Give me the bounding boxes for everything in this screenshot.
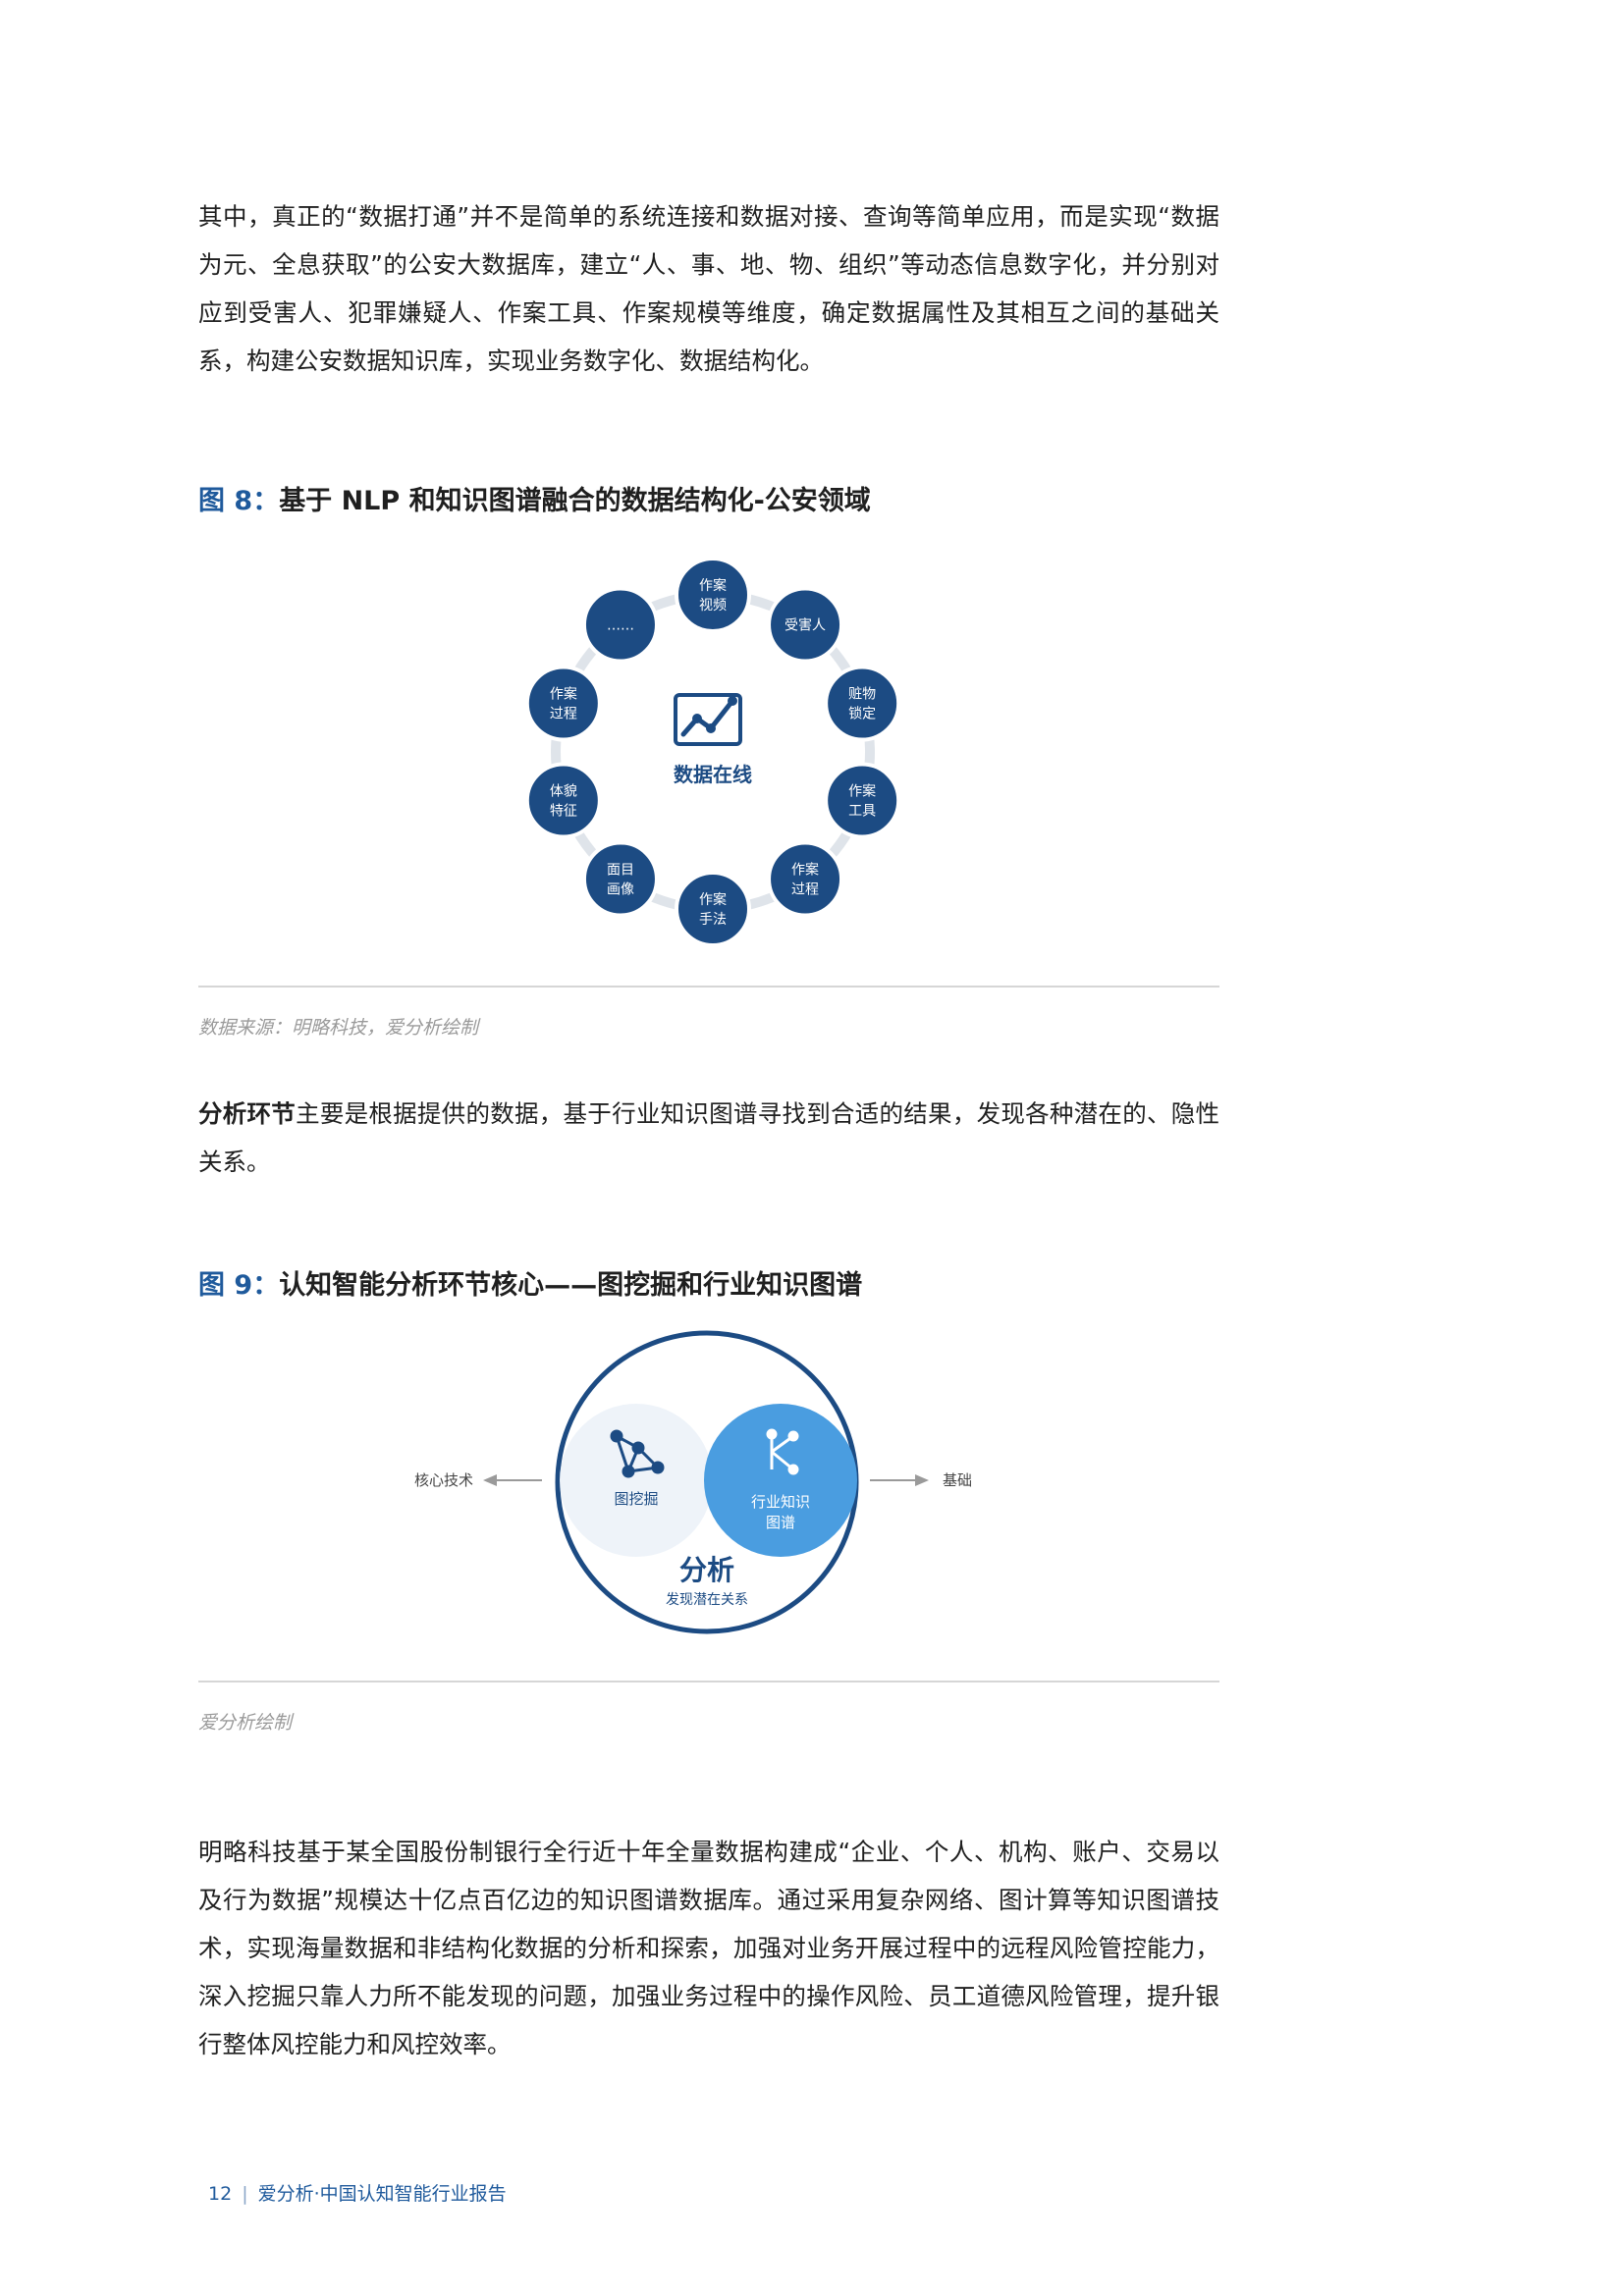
industry-kg-label-line-1: 行业知识 <box>751 1493 810 1511</box>
analysis-term: 分析环节 <box>198 1099 297 1128</box>
figure-9-source: 爱分析绘制 <box>198 1712 293 1734</box>
ring-node: 作案视频 <box>675 557 751 633</box>
ring-node-label: 面目 <box>607 862 634 878</box>
ring-node-circle <box>524 762 602 839</box>
ring-node: …… <box>581 586 659 664</box>
footer-separator: | <box>242 2183 248 2205</box>
figure-9-title: 图 9：认知智能分析环节核心——图挖掘和行业知识图谱 <box>198 1270 863 1301</box>
data-online-icon <box>674 693 742 746</box>
ring-node-circle <box>675 557 751 633</box>
ring-node-label: 锁定 <box>848 707 876 722</box>
figure-9-number: 图 9 <box>198 1270 253 1301</box>
ring-node-circle <box>767 840 844 918</box>
ring-node-label: 过程 <box>791 881 819 897</box>
analysis-text: 主要是根据提供的数据，基于行业知识图谱寻找到合适的结果，发现各种潜在的、隐性关系… <box>198 1099 1220 1176</box>
report-title: 爱分析·中国认知智能行业报告 <box>257 2183 507 2205</box>
ring-node-label: 视频 <box>699 598 727 614</box>
analysis-main-label: 分析 <box>679 1554 734 1586</box>
ring-node: 作案过程 <box>524 665 602 742</box>
ring-node-circle <box>824 665 901 742</box>
ring-node-circle <box>824 762 901 839</box>
figure-8-caption: 基于 NLP 和知识图谱融合的数据结构化-公安领域 <box>279 486 871 516</box>
page-footer: 12 | 爱分析·中国认知智能行业报告 <box>208 2179 507 2206</box>
ring-node-circle <box>675 871 751 947</box>
paragraph-case-study: 明略科技基于某全国股份制银行全行近十年全量数据构建成“企业、个人、机构、账户、交… <box>198 1838 1219 2058</box>
ring-node: 体貌特征 <box>524 762 602 839</box>
figure-8-source: 数据来源：明略科技，爱分析绘制 <box>198 1017 479 1039</box>
industry-kg-label-line-2: 图谱 <box>766 1514 795 1531</box>
paragraph-data-connection: 其中，真正的“数据打通”并不是简单的系统连接和数据对接、查询等简单应用，而是实现… <box>198 202 1219 375</box>
center-label: 数据在线 <box>674 763 752 786</box>
ring-node-label: 受害人 <box>784 618 826 634</box>
paragraph-analysis: 分析环节主要是根据提供的数据，基于行业知识图谱寻找到合适的结果，发现各种潜在的、… <box>198 1090 1219 1186</box>
ring-node-label: 手法 <box>699 912 727 928</box>
ring-node-label: 作案 <box>848 782 876 799</box>
ring-node: 作案过程 <box>767 840 844 918</box>
ring-node-label: 作案 <box>791 861 819 878</box>
ring-node: 面目画像 <box>581 840 659 918</box>
report-page: 其中，真正的“数据打通”并不是简单的系统连接和数据对接、查询等简单应用，而是实现… <box>0 0 1623 2296</box>
industry-kg-circle <box>704 1404 857 1557</box>
foundation-label: 基础 <box>943 1471 972 1489</box>
ring-node-label: 体貌 <box>550 783 577 799</box>
figure-9-diagram: 核心技术 基础 图挖掘 行业知识 图谱 分析 发现潜在关系 <box>414 1330 972 1634</box>
analysis-sub-label: 发现潜在关系 <box>666 1592 748 1608</box>
ring-node-label: …… <box>607 618 634 634</box>
ring-node-circle <box>524 665 602 742</box>
ring-node-label: 赃物 <box>848 687 876 703</box>
ring-node-label: 作案 <box>699 577 727 594</box>
graph-mining-circle <box>560 1404 713 1557</box>
ring-node-label: 作案 <box>550 686 577 703</box>
ring-node: 赃物锁定 <box>824 665 901 742</box>
ring-node: 作案手法 <box>675 871 751 947</box>
ring-node-label: 特征 <box>550 803 577 819</box>
core-tech-label: 核心技术 <box>414 1471 473 1489</box>
figure-9-caption: 认知智能分析环节核心——图挖掘和行业知识图谱 <box>279 1270 863 1301</box>
ring-node-label: 画像 <box>607 881 634 897</box>
page-number: 12 <box>208 2183 233 2205</box>
ring-node-label: 工具 <box>848 803 876 819</box>
graph-mining-label: 图挖掘 <box>614 1490 658 1508</box>
ring-node: 受害人 <box>767 586 844 664</box>
figure-8-number: 图 8 <box>198 486 253 516</box>
figure-8-divider <box>198 986 1219 988</box>
ring-node: 作案工具 <box>824 762 901 839</box>
figure-8-title: 图 8：基于 NLP 和知识图谱融合的数据结构化-公安领域 <box>198 486 871 516</box>
ring-node-label: 作案 <box>699 891 727 908</box>
figure-9-divider <box>198 1681 1219 1682</box>
ring-node-label: 过程 <box>550 707 577 722</box>
figure-8-diagram: 数据在线 作案视频受害人赃物锁定作案工具作案过程作案手法面目画像体貌特征作案过程… <box>524 557 901 947</box>
ring-node-circle <box>581 840 659 918</box>
